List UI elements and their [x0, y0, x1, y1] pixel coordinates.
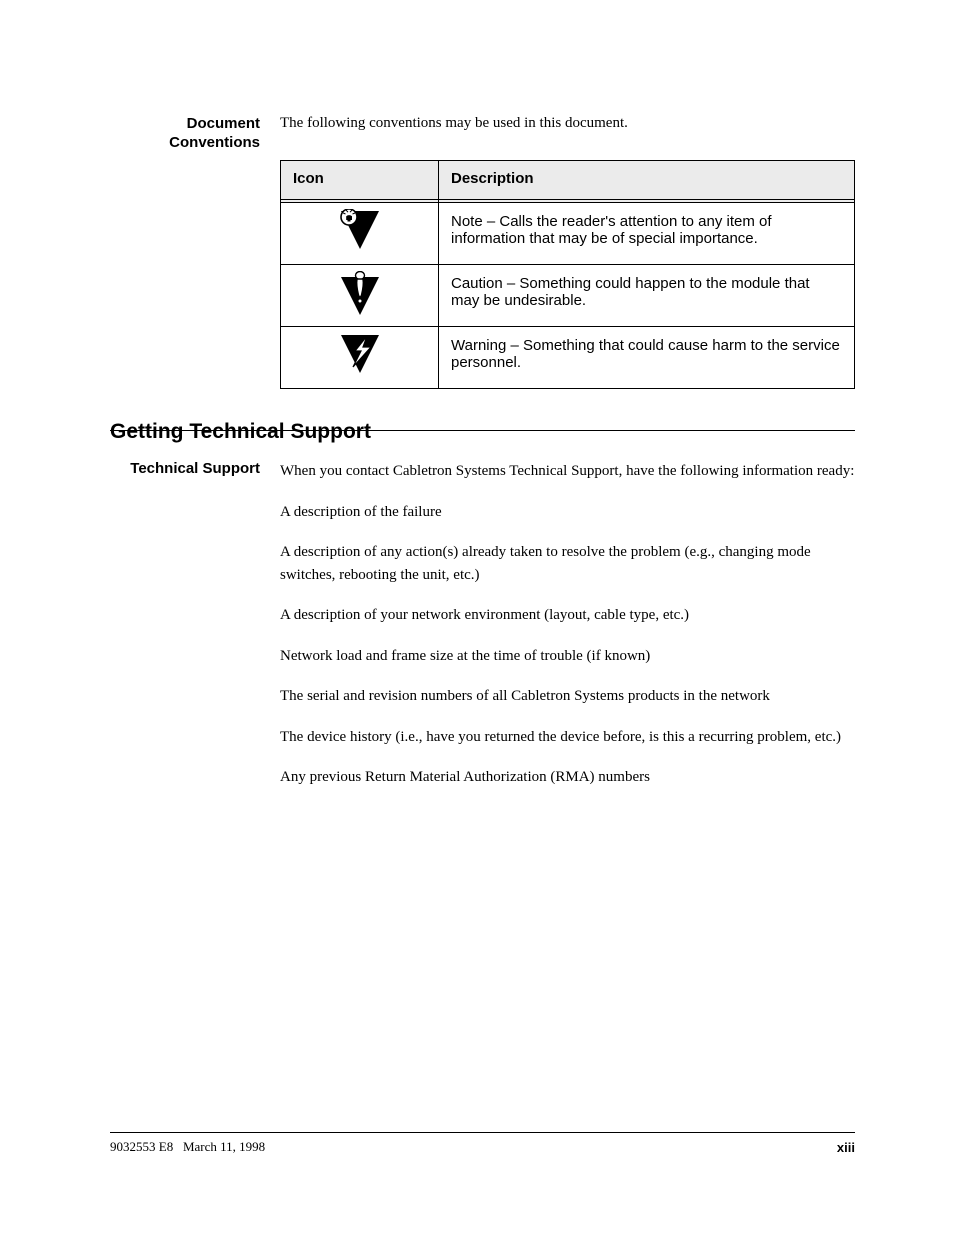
support-heading: Getting Technical Support: [110, 420, 371, 444]
section-label-conventions: Document Conventions: [110, 115, 260, 153]
row-desc: Note – Calls the reader's attention to a…: [439, 203, 854, 257]
header-icon: Icon: [281, 161, 438, 196]
support-para: A description of your network environmen…: [280, 604, 855, 627]
row-desc: Warning – Something that could cause har…: [439, 327, 854, 381]
support-heading-rule: [110, 430, 855, 431]
support-para: Network load and frame size at the time …: [280, 645, 855, 668]
header-desc: Description: [439, 161, 854, 196]
table-row: Warning – Something that could cause har…: [281, 327, 855, 389]
doc-date: March 11, 1998: [183, 1139, 265, 1154]
support-para: The serial and revision numbers of all C…: [280, 685, 855, 708]
doc-number: 9032553: [110, 1139, 156, 1154]
support-para: When you contact Cabletron Systems Techn…: [280, 460, 855, 483]
document-page: Document Conventions The following conve…: [0, 0, 954, 1235]
intro-text: The following conventions may be used in…: [280, 115, 628, 132]
conventions-table: Icon Description: [280, 160, 855, 389]
row-desc: Caution – Something could happen to the …: [439, 265, 854, 319]
table-header-row: Icon Description: [281, 161, 855, 200]
table-row: Caution – Something could happen to the …: [281, 265, 855, 327]
section-label-support: Technical Support: [110, 460, 260, 479]
footer-docnum: 9032553 E8 March 11, 1998: [110, 1139, 265, 1155]
caution-icon: [333, 271, 387, 317]
support-para: Any previous Return Material Authorizati…: [280, 766, 855, 789]
support-body: When you contact Cabletron Systems Techn…: [280, 460, 855, 807]
support-para: A description of any action(s) already t…: [280, 541, 855, 586]
note-icon: [333, 209, 387, 251]
warning-icon: [333, 333, 387, 375]
table-row: Note – Calls the reader's attention to a…: [281, 203, 855, 265]
support-para: The device history (i.e., have you retur…: [280, 726, 855, 749]
footer-rule: [110, 1132, 855, 1133]
page-number: xiii: [837, 1140, 855, 1155]
doc-rev: E8: [159, 1139, 173, 1154]
support-para: A description of the failure: [280, 501, 855, 524]
